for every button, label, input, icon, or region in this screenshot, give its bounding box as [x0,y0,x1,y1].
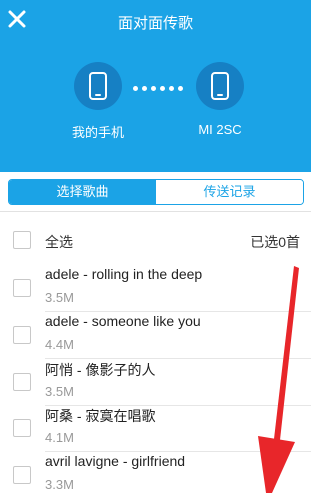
song-size: 3.5M [45,290,74,305]
my-phone-label: 我的手机 [71,125,124,140]
tab-transfer-history[interactable]: 传送记录 [156,180,303,204]
song-size: 4.1M [45,430,74,445]
song-checkbox[interactable] [13,466,31,484]
target-phone-label: MI 2SC [198,122,242,137]
song-size: 3.5M [45,384,74,399]
song-row[interactable]: 阿悄 - 像影子的人 3.5M [0,359,311,406]
connection-dots [133,86,183,92]
song-name: avril lavigne - girlfriend [45,453,186,469]
select-all-checkbox[interactable] [13,231,31,249]
song-row[interactable]: adele - someone like you 4.4M [0,312,311,359]
page-title: 面对面传歌 [117,15,193,32]
song-row[interactable]: avril lavigne - girlfriend 3.3M [0,452,311,493]
select-all-label: 全选 [45,234,73,250]
song-row[interactable]: adele - rolling in the deep 3.5M [0,265,311,312]
song-name: adele - rolling in the deep [45,266,203,282]
song-checkbox[interactable] [13,419,31,437]
song-name: 阿悄 - 像影子的人 [45,362,156,378]
song-checkbox[interactable] [13,326,31,344]
song-name: 阿桑 - 寂寞在唱歌 [45,408,156,424]
song-checkbox[interactable] [13,373,31,391]
select-all-row[interactable]: 全选 已选0首 [0,225,311,257]
segmented-control: 选择歌曲 传送记录 [8,179,304,205]
header-bar: 面对面传歌 我的手机 MI 2SC [0,0,311,172]
phone-icon [211,72,229,100]
target-phone-device [196,62,244,110]
my-phone-device [74,62,122,110]
selected-count: 已选0首 [250,234,300,250]
tab-select-songs[interactable]: 选择歌曲 [9,180,156,204]
song-size: 4.4M [45,337,74,352]
tab-bar: 选择歌曲 传送记录 [0,172,311,212]
song-row[interactable]: 阿桑 - 寂寞在唱歌 4.1M [0,405,311,452]
song-size: 3.3M [45,477,74,492]
song-checkbox[interactable] [13,279,31,297]
song-name: adele - someone like you [45,313,201,329]
phone-icon [89,72,107,100]
